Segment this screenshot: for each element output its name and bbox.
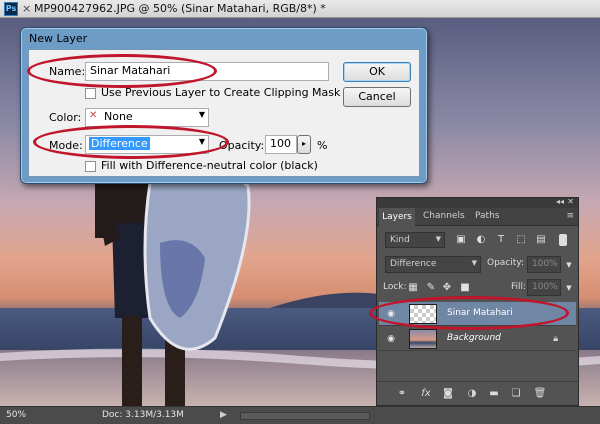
blend-mode-select[interactable]: Difference ▼ — [385, 256, 481, 273]
layer-thumbnail-photo — [409, 329, 437, 349]
zoom-level[interactable]: 50% — [6, 410, 26, 420]
dialog-title: New Layer — [29, 32, 88, 45]
kind-label: Kind — [390, 235, 410, 245]
filter-kind-select[interactable]: Kind ▼ — [385, 232, 445, 248]
visibility-eye-icon[interactable]: ◉ — [385, 333, 397, 345]
blend-mode-value: Difference — [390, 259, 437, 269]
layer-name: Background — [447, 333, 501, 343]
chevron-down-icon: ▼ — [198, 110, 205, 119]
clipping-mask-checkbox[interactable] — [85, 88, 96, 99]
filter-pixel-icon[interactable]: ▣ — [455, 234, 467, 246]
horizontal-scrollbar[interactable] — [240, 412, 370, 420]
panel-opacity-arrow-icon[interactable]: ▼ — [563, 259, 575, 271]
filter-shape-icon[interactable]: ⬚ — [515, 234, 527, 246]
opacity-stepper-button[interactable]: ▸ — [297, 135, 311, 154]
panel-opacity-input[interactable]: 100% — [527, 256, 561, 273]
photoshop-app-icon: Ps — [4, 2, 18, 16]
collapse-panel-icon[interactable]: ◂◂ — [556, 197, 564, 206]
document-size: Doc: 3.13M/3.13M — [102, 410, 184, 420]
panel-opacity-label: Opacity: — [487, 258, 524, 268]
highlight-ring-layer — [369, 296, 569, 330]
lock-pixels-icon[interactable]: ✎ — [425, 282, 437, 294]
panel-menu-icon[interactable]: ≡ — [566, 211, 574, 221]
fill-neutral-checkbox[interactable] — [85, 161, 96, 172]
distant-mountain — [270, 292, 380, 310]
highlight-ring-mode — [33, 125, 229, 159]
document-title-bar: Ps × MP900427962.JPG @ 50% (Sinar Mataha… — [0, 0, 600, 18]
color-select-value: None — [104, 110, 133, 123]
chevron-down-icon: ▼ — [471, 259, 477, 267]
color-select[interactable]: ✕ None ▼ — [85, 108, 209, 127]
lock-all-icon[interactable]: ■ — [459, 282, 471, 294]
opacity-input[interactable]: 100 — [265, 135, 297, 154]
status-menu-arrow-icon[interactable]: ▶ — [220, 410, 227, 420]
lock-icon: 🔒︎ — [553, 334, 558, 344]
fill-neutral-label: Fill with Difference-neutral color (blac… — [101, 159, 318, 172]
cancel-button[interactable]: Cancel — [343, 87, 411, 107]
new-layer-icon[interactable]: ❏ — [509, 387, 523, 401]
fill-arrow-icon[interactable]: ▼ — [563, 282, 575, 294]
opacity-unit: % — [317, 139, 328, 152]
highlight-ring-name — [27, 54, 217, 88]
document-title: MP900427962.JPG @ 50% (Sinar Matahari, R… — [34, 2, 326, 15]
lock-label: Lock: — [383, 282, 407, 292]
close-panel-icon[interactable]: ✕ — [567, 197, 574, 206]
tab-paths[interactable]: Paths — [475, 211, 499, 221]
close-document-button[interactable]: × — [22, 2, 31, 15]
person-leg-left — [122, 316, 142, 406]
ok-button[interactable]: OK — [343, 62, 411, 82]
delete-layer-icon[interactable]: 🗑︎ — [533, 387, 547, 401]
layer-row-background[interactable]: ◉ Background 🔒︎ — [379, 327, 576, 351]
status-bar: 50% Doc: 3.13M/3.13M ▶ — [0, 406, 600, 424]
filter-type-icon[interactable]: T — [495, 234, 507, 246]
tab-layers[interactable]: Layers — [379, 208, 415, 226]
add-mask-icon[interactable]: ◙ — [441, 387, 455, 401]
fx-icon[interactable]: fx — [419, 387, 433, 401]
adjustment-layer-icon[interactable]: ◑ — [465, 387, 479, 401]
lock-transparent-icon[interactable]: ▦ — [407, 282, 419, 294]
tab-channels[interactable]: Channels — [423, 211, 465, 221]
fill-label: Fill: — [511, 282, 527, 292]
color-label: Color: — [49, 111, 82, 124]
layers-panel-footer: ⚭ fx ◙ ◑ ▬ ❏ 🗑︎ — [377, 381, 578, 405]
new-group-icon[interactable]: ▬ — [487, 387, 501, 401]
link-layers-icon[interactable]: ⚭ — [395, 387, 409, 401]
panel-header: ◂◂ ✕ — [377, 197, 578, 208]
chevron-down-icon: ▼ — [435, 235, 441, 243]
fill-input[interactable]: 100% — [527, 279, 561, 296]
clipping-mask-label: Use Previous Layer to Create Clipping Ma… — [101, 86, 341, 99]
filter-smart-object-icon[interactable]: ▤ — [535, 234, 547, 246]
filter-toggle-icon[interactable] — [559, 234, 567, 246]
lock-position-icon[interactable]: ✥ — [441, 282, 453, 294]
no-color-icon: ✕ — [89, 110, 98, 121]
new-layer-dialog: New Layer Name: Sinar Matahari OK Cancel… — [20, 27, 428, 184]
filter-adjustment-icon[interactable]: ◐ — [475, 234, 487, 246]
layers-panel: ◂◂ ✕ Layers Channels Paths ≡ Kind ▼ ▣ ◐ … — [369, 197, 579, 406]
panel-tabs: Layers Channels Paths ≡ — [377, 208, 578, 226]
